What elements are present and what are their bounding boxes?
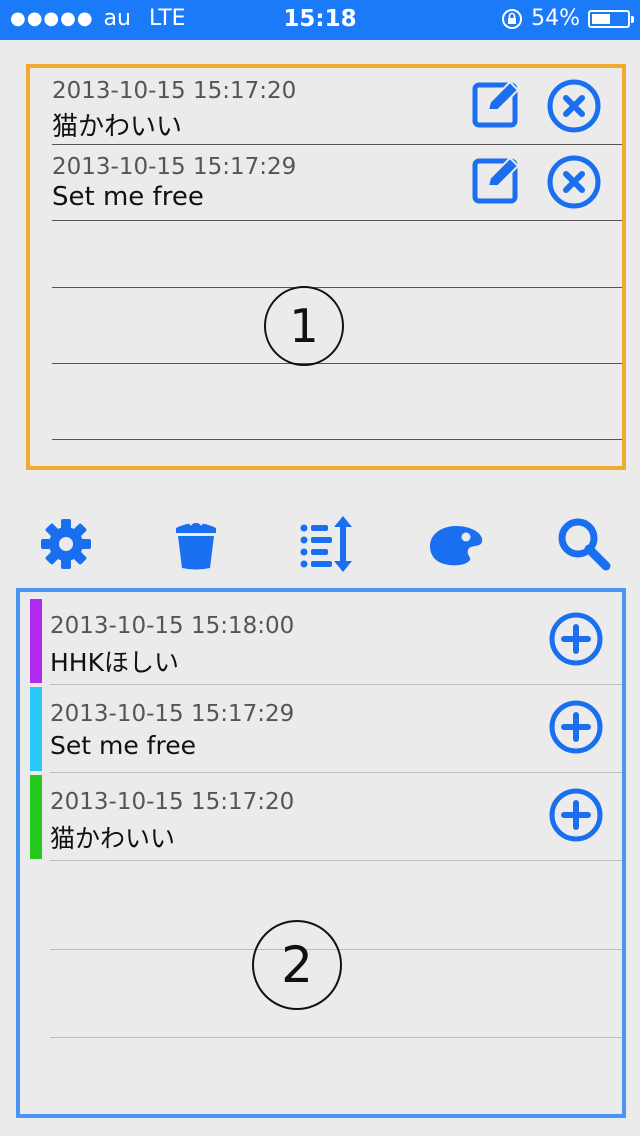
memo-item[interactable]: 2013-10-15 15:17:29 Set me free — [30, 685, 622, 773]
search-icon[interactable] — [556, 516, 612, 572]
add-circle-icon[interactable] — [548, 787, 604, 843]
history-item[interactable]: 2013-10-15 15:17:20 猫かわいい — [52, 68, 622, 145]
battery-icon — [588, 9, 634, 28]
history-item[interactable]: 2013-10-15 15:17:29 Set me free — [52, 144, 622, 221]
color-label — [30, 687, 42, 771]
annotation-marker-1: 1 — [264, 286, 344, 366]
status-right: 54% — [501, 6, 634, 31]
empty-row-divider — [52, 439, 622, 440]
item-timestamp: 2013-10-15 15:17:29 — [52, 154, 297, 180]
rotation-lock-icon — [501, 8, 523, 30]
color-label — [30, 775, 42, 859]
empty-row-divider — [52, 363, 622, 364]
empty-row-divider — [52, 287, 622, 288]
color-label — [30, 599, 42, 683]
item-text: 猫かわいい — [50, 824, 176, 853]
memo-panel: 2013-10-15 15:18:00 HHKほしい 2013-10-15 15… — [16, 588, 626, 1118]
edit-icon[interactable] — [472, 78, 522, 128]
trash-icon[interactable] — [168, 516, 224, 572]
palette-icon[interactable] — [428, 516, 484, 572]
delete-icon[interactable] — [546, 154, 602, 210]
item-timestamp: 2013-10-15 15:17:20 — [50, 789, 295, 815]
memo-item[interactable]: 2013-10-15 15:18:00 HHKほしい — [30, 597, 622, 685]
item-timestamp: 2013-10-15 15:18:00 — [50, 613, 295, 639]
battery-level — [592, 13, 611, 24]
battery-percent: 54% — [531, 6, 580, 31]
toolbar — [0, 510, 640, 580]
item-timestamp: 2013-10-15 15:17:29 — [50, 701, 295, 727]
add-circle-icon[interactable] — [548, 611, 604, 667]
item-text: 猫かわいい — [52, 112, 183, 142]
memo-item[interactable]: 2013-10-15 15:17:20 猫かわいい — [30, 773, 622, 861]
annotation-marker-2: 2 — [252, 920, 342, 1010]
item-timestamp: 2013-10-15 15:17:20 — [52, 78, 297, 104]
add-circle-icon[interactable] — [548, 699, 604, 755]
sort-icon[interactable] — [298, 516, 354, 572]
item-text: HHKほしい — [50, 648, 179, 677]
item-text: Set me free — [52, 182, 204, 212]
history-panel: 2013-10-15 15:17:20 猫かわいい 2013-10-15 15:… — [26, 64, 626, 470]
gear-icon[interactable] — [38, 516, 94, 572]
item-text: Set me free — [50, 731, 196, 760]
delete-icon[interactable] — [546, 78, 602, 134]
empty-row-divider — [50, 1037, 622, 1038]
edit-icon[interactable] — [472, 154, 522, 204]
status-bar: ●●●●● au LTE 15:18 54% — [0, 0, 640, 40]
